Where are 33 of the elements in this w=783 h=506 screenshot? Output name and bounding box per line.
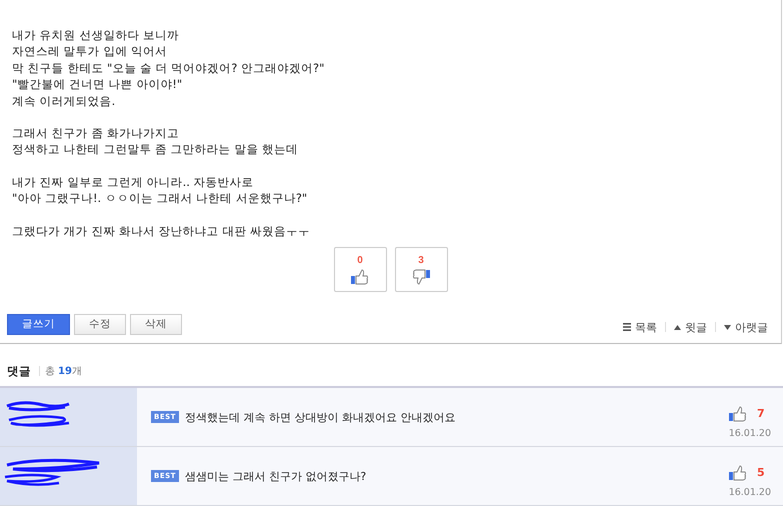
write-button[interactable]: 글쓰기 — [7, 314, 70, 335]
comments-heading: 댓글 — [7, 364, 31, 379]
comment-text: 정색했는데 계속 하면 상대방이 화내겠어요 안내겠어요 — [184, 410, 456, 424]
comment-text: 샘샘미는 그래서 친구가 없어졌구나? — [184, 468, 368, 484]
post-text-line: 계속 이러게되었음. — [12, 92, 116, 110]
down-triangle-icon — [724, 324, 731, 330]
thumbs-up-icon — [729, 406, 747, 422]
post-text-line: 내가 유치원 선생일하다 보니까 — [12, 27, 180, 44]
total-label: 총 — [45, 365, 55, 378]
thumbs-up-icon — [729, 464, 747, 480]
post-text-line: 내가 진짜 일부로 그런게 아니라.. 자동반사로 — [12, 174, 255, 190]
post-text-line: 그랬다가 개가 진짜 화나서 장난하냐고 대판 싸웠음ㅜㅜ — [12, 222, 311, 240]
delete-button[interactable]: 삭제 — [130, 314, 182, 335]
post-text-line: 그래서 친구가 좀 화가나가지고 — [12, 125, 180, 142]
thumbs-down-icon — [412, 268, 430, 285]
list-link[interactable]: 목록 — [623, 320, 657, 335]
thumbs-up-icon — [351, 268, 369, 285]
edit-button[interactable]: 수정 — [74, 314, 126, 335]
list-icon — [623, 323, 631, 332]
post-text-line: "아아 그랬구나!. ㅇㅇ이는 그래서 나한테 서운했구나?" — [12, 190, 308, 207]
post-text-line: 정색하고 나한테 그런말투 좀 그만하라는 말을 했는데 — [12, 141, 299, 158]
previous-post-link[interactable]: 윗글 — [674, 320, 707, 335]
up-triangle-icon — [674, 324, 681, 330]
post-text-line: 막 친구들 한테도 "오늘 술 더 먹어야겠어? 안그래야겠어?" — [12, 60, 326, 76]
comment-count: 19 — [58, 366, 72, 377]
comment-date: 16.01.20 — [728, 428, 771, 438]
like-count: 7 — [757, 407, 766, 420]
count-unit: 개 — [72, 365, 82, 378]
like-count: 5 — [757, 466, 766, 479]
comment-date: 16.01.20 — [728, 486, 771, 498]
next-post-link[interactable]: 아랫글 — [724, 320, 768, 335]
post-text-line: 자연스레 말투가 입에 익어서 — [12, 43, 168, 60]
post-text-line: "빨간불에 건너면 나쁜 아이야!" — [12, 76, 184, 93]
